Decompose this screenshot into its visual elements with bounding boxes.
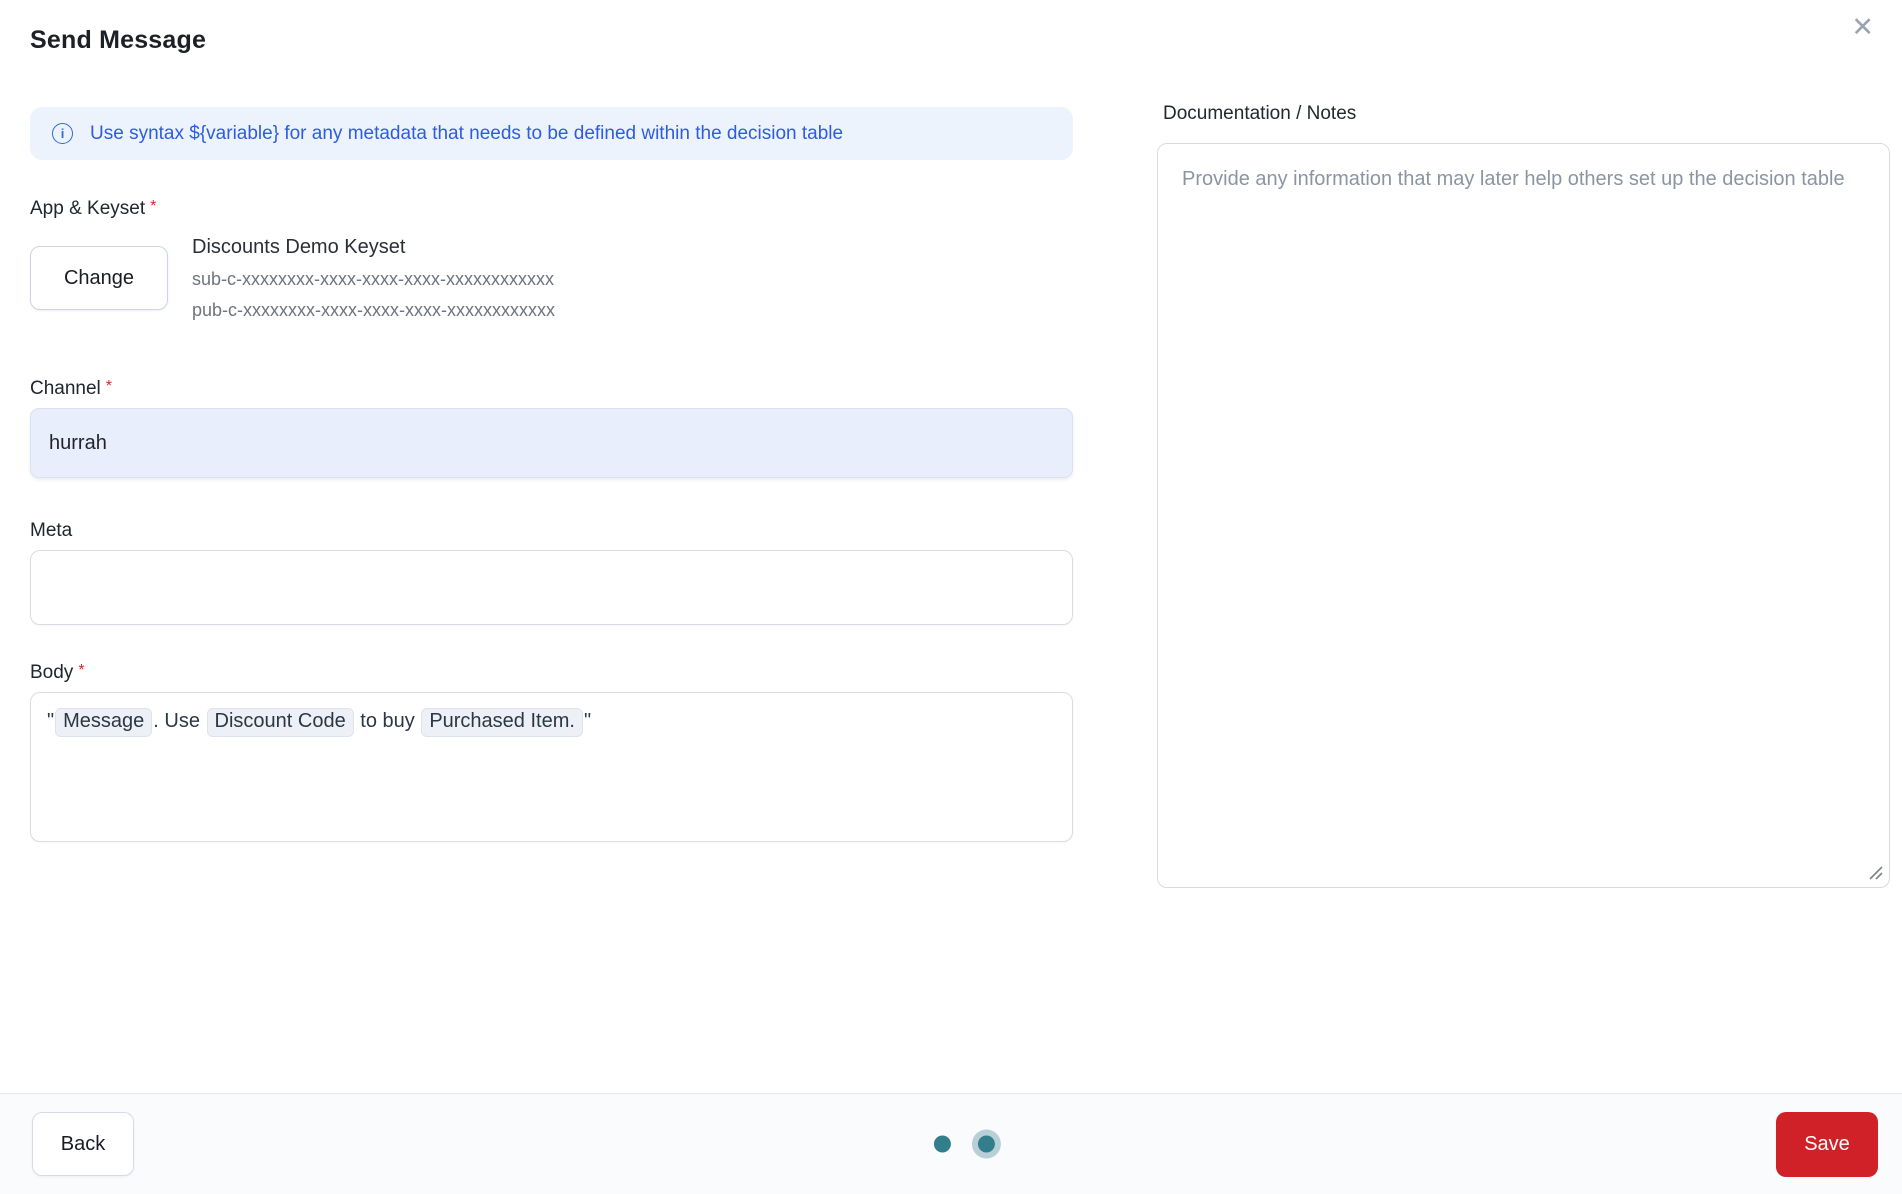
body-label: Body * <box>30 662 1073 684</box>
required-asterisk: * <box>150 198 157 215</box>
body-editor[interactable]: " Message. Use Discount Code to buy Purch… <box>30 692 1073 842</box>
back-button[interactable]: Back <box>32 1112 134 1176</box>
body-text: " <box>47 710 55 732</box>
change-keyset-button[interactable]: Change <box>30 246 168 310</box>
resize-handle-icon[interactable] <box>1868 865 1883 880</box>
meta-input[interactable] <box>30 550 1073 625</box>
body-text: to buy <box>354 710 421 732</box>
channel-label-text: Channel <box>30 378 101 399</box>
channel-input[interactable] <box>30 408 1073 478</box>
required-asterisk: * <box>105 378 113 395</box>
app-keyset-label-text: App & Keyset <box>30 198 146 219</box>
pagination-dot-2[interactable] <box>977 1135 995 1153</box>
body-text: " <box>583 710 592 732</box>
syntax-info-banner: i Use syntax ${variable} for any metadat… <box>30 107 1073 160</box>
keyset-name: Discounts Demo Keyset <box>192 236 406 258</box>
channel-label: Channel * <box>30 378 1073 400</box>
body-text: . Use <box>153 710 206 732</box>
keyset-info: Discounts Demo Keyset sub-c-xxxxxxxx-xxx… <box>192 236 555 326</box>
meta-label: Meta <box>30 520 73 541</box>
required-asterisk: * <box>78 662 85 679</box>
save-button[interactable]: Save <box>1776 1112 1878 1177</box>
send-message-dialog: Send Message ✕ i Use syntax ${variable} … <box>0 0 1902 1194</box>
info-banner-text: Use syntax ${variable} for any metadata … <box>90 122 844 144</box>
subscribe-key: sub-c-xxxxxxxx-xxxx-xxxx-xxxx-xxxxxxxxxx… <box>192 269 554 289</box>
message-form: i Use syntax ${variable} for any metadat… <box>30 107 1073 842</box>
body-label-text: Body <box>30 662 74 683</box>
documentation-textarea[interactable] <box>1157 143 1890 888</box>
app-keyset-label: App & Keyset * <box>30 198 1073 220</box>
pagination-dots <box>933 1135 995 1153</box>
documentation-label: Documentation / Notes <box>1163 103 1357 124</box>
pagination-dot-1[interactable] <box>933 1135 951 1153</box>
body-editor-content: " Message. Use Discount Code to buy Purch… <box>47 708 1056 737</box>
page-title: Send Message <box>30 26 207 54</box>
variable-chip[interactable]: Purchased Item. <box>421 708 583 737</box>
dialog-footer: Back Save <box>0 1093 1902 1194</box>
documentation-wrap <box>1157 143 1890 888</box>
close-icon[interactable]: ✕ <box>1851 14 1874 41</box>
variable-chip[interactable]: Discount Code <box>206 708 354 737</box>
variable-chip[interactable]: Message <box>55 708 153 737</box>
keyset-row: Change Discounts Demo Keyset sub-c-xxxxx… <box>30 236 1073 326</box>
info-icon: i <box>52 123 73 144</box>
publish-key: pub-c-xxxxxxxx-xxxx-xxxx-xxxx-xxxxxxxxxx… <box>192 300 555 320</box>
